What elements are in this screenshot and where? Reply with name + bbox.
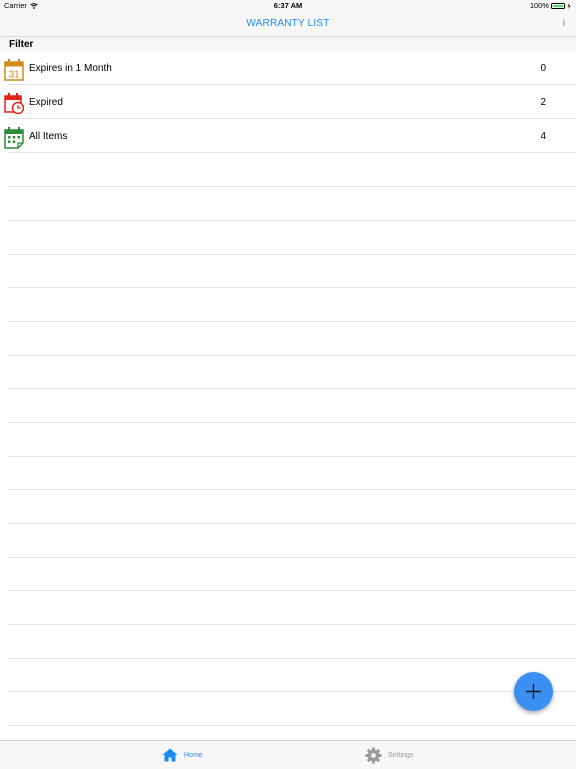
row-separator: [8, 321, 576, 322]
tab-bar: Home Settings: [0, 740, 576, 769]
filter-row-expired[interactable]: Expired 2: [0, 86, 576, 119]
info-button[interactable]: i: [563, 12, 565, 36]
filter-row-all-items[interactable]: All Items 4: [0, 120, 576, 153]
row-separator: [8, 388, 576, 389]
plus-icon: [526, 684, 541, 699]
gear-icon: [365, 747, 382, 763]
battery-percent: 100%: [529, 1, 549, 10]
filter-row-expires-in-1-month[interactable]: 31 Expires in 1 Month 0: [0, 52, 576, 85]
row-separator: [8, 590, 576, 591]
filter-label: Expired: [29, 97, 63, 108]
filter-label: Expires in 1 Month: [29, 63, 112, 74]
battery-icon: [551, 3, 565, 9]
row-separator: [8, 220, 576, 221]
tab-label: Home: [184, 751, 203, 759]
calendar-day-number: 31: [8, 70, 20, 81]
row-separator: [8, 456, 576, 457]
calendar-grid-icon: [4, 127, 24, 149]
row-separator: [8, 725, 576, 726]
navigation-bar: WARRANTY LIST i: [0, 12, 576, 37]
row-separator: [8, 691, 576, 692]
filter-section-header: Filter: [0, 37, 576, 52]
calendar-clock-icon: [4, 93, 24, 115]
status-bar: Carrier 6:37 AM 100%: [0, 0, 576, 12]
tab-home[interactable]: Home: [162, 741, 203, 769]
row-separator: [8, 624, 576, 625]
status-time: 6:37 AM: [273, 1, 303, 10]
page-title: WARRANTY LIST: [246, 18, 330, 29]
charging-icon: [567, 3, 571, 9]
home-icon: [162, 748, 178, 762]
filter-count: 0: [540, 63, 546, 74]
row-separator: [8, 422, 576, 423]
row-separator: [8, 355, 576, 356]
add-item-button[interactable]: [514, 672, 553, 711]
row-separator: [8, 287, 576, 288]
battery-indicator: 100%: [530, 0, 571, 12]
row-separator: [8, 523, 576, 524]
section-title: Filter: [9, 39, 34, 50]
row-separator: [8, 186, 576, 187]
filter-count: 4: [540, 131, 546, 142]
row-separator: [8, 658, 576, 659]
row-separator: [8, 557, 576, 558]
row-separator: [8, 489, 576, 490]
calendar-31-icon: 31: [4, 59, 24, 81]
filter-label: All Items: [29, 131, 68, 142]
filter-count: 2: [540, 97, 546, 108]
row-separator: [8, 254, 576, 255]
tab-settings[interactable]: Settings: [365, 741, 413, 769]
tab-label: Settings: [388, 751, 414, 759]
